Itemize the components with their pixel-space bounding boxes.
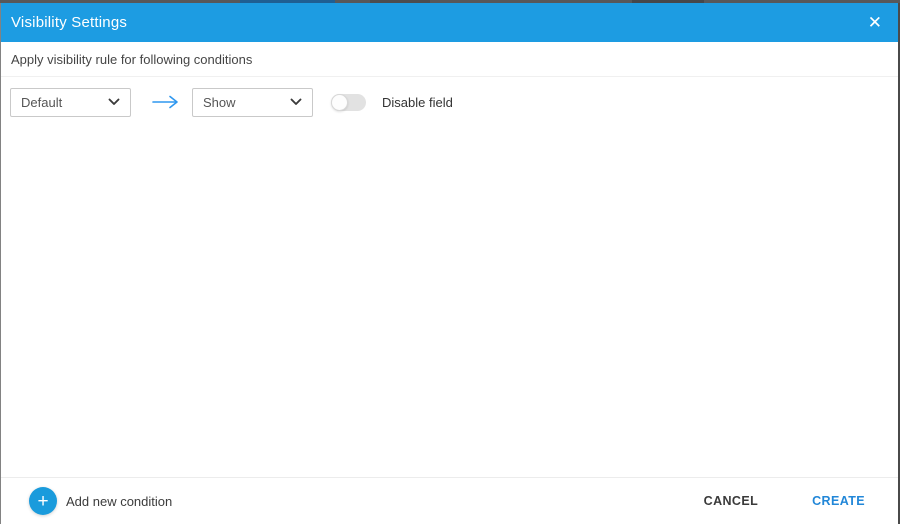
chevron-down-icon (290, 98, 302, 105)
cancel-button[interactable]: CANCEL (704, 494, 758, 508)
action-select[interactable]: Show (192, 87, 313, 117)
subheader-text: Apply visibility rule for following cond… (11, 51, 253, 67)
action-select-value: Show (203, 94, 236, 110)
dialog-footer: + Add new condition CANCEL CREATE (1, 477, 898, 524)
create-button[interactable]: CREATE (812, 494, 865, 508)
dialog-title: Visibility Settings (11, 14, 128, 31)
disable-field-label: Disable field (382, 94, 453, 110)
field-select[interactable]: Default (10, 87, 131, 117)
dialog-header: Visibility Settings ✕ (1, 3, 898, 42)
plus-icon: + (37, 490, 49, 512)
add-condition-button[interactable]: + (29, 487, 57, 515)
close-icon[interactable]: ✕ (864, 12, 886, 33)
dialog-subheader: Apply visibility rule for following cond… (1, 42, 898, 77)
disable-field-toggle[interactable] (331, 93, 366, 111)
arrow-right-icon (152, 95, 179, 109)
chevron-down-icon (108, 98, 120, 105)
field-select-value: Default (21, 94, 63, 110)
condition-row: Default Show Disable field (1, 77, 898, 117)
add-condition-label[interactable]: Add new condition (66, 494, 172, 509)
toggle-knob (331, 93, 348, 111)
